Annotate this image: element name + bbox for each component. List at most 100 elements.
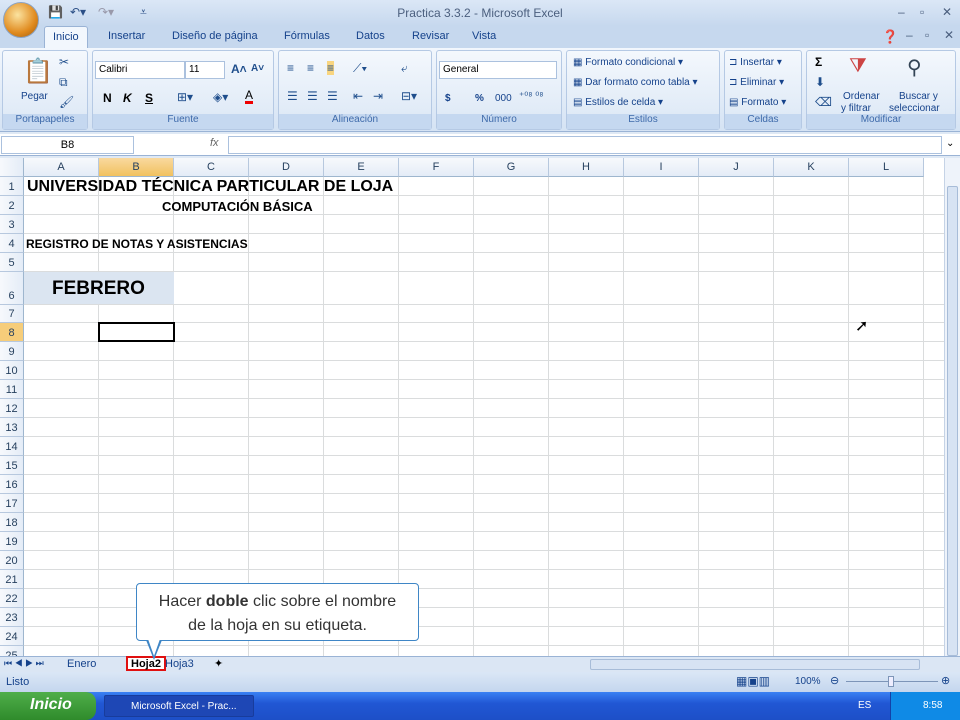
row-header-7[interactable]: 7 [0,305,24,323]
active-cell-B8[interactable] [98,322,175,342]
delete-cells-button[interactable]: ⊐ Eliminar ▾ [729,77,784,88]
find-select-label2[interactable]: seleccionar [889,103,940,114]
tab-datos[interactable]: Datos [356,30,385,42]
align-right-icon[interactable]: ☰ [327,89,338,103]
workbook-minimize-icon[interactable]: – [906,28,913,42]
cell-styles-button[interactable]: ▤ Estilos de celda ▾ [573,97,663,108]
increase-decimal-icon[interactable]: ⁺⁰⁸ ⁰⁸ [519,91,544,102]
sort-filter-label1[interactable]: Ordenar [843,91,880,102]
name-box[interactable]: B8 [1,136,134,154]
save-icon[interactable]: 💾 [48,5,63,19]
row-header-19[interactable]: 19 [0,532,24,551]
workbook-restore-icon[interactable]: ▫ [925,28,929,42]
font-size-select[interactable]: 11 [185,61,225,79]
start-button[interactable]: Inicio [0,692,96,720]
formula-input[interactable] [228,136,942,154]
horizontal-scroll-thumb[interactable] [590,659,920,670]
format-cells-button[interactable]: ▤ Formato ▾ [729,97,786,108]
row-header-15[interactable]: 15 [0,456,24,475]
cell-A6[interactable]: FEBRERO [52,278,145,300]
vertical-scroll-thumb[interactable] [947,186,958,656]
row-header-12[interactable]: 12 [0,399,24,418]
zoom-in-icon[interactable]: ⊕ [941,674,950,687]
autosum-button[interactable]: Σ [815,55,822,69]
zoom-out-icon[interactable]: ⊖ [830,674,839,687]
redo-icon[interactable]: ↷▾ [98,5,114,19]
fill-color-icon[interactable]: ◈▾ [213,90,228,104]
paste-button[interactable]: Pegar [21,91,48,102]
underline-button[interactable]: S [145,91,153,105]
align-top-icon[interactable]: ≡ [287,61,294,75]
bold-button[interactable]: N [103,91,112,105]
tab-insertar[interactable]: Insertar [108,30,145,42]
expand-formula-icon[interactable]: ⌄ [946,138,954,149]
office-button[interactable] [3,2,39,38]
align-center-icon[interactable]: ☰ [307,89,318,103]
clear-icon[interactable]: ⌫ [815,95,832,109]
cell-A1[interactable]: UNIVERSIDAD TÉCNICA PARTICULAR DE LOJA [27,178,393,196]
font-color-icon[interactable]: A [245,89,254,104]
font-name-select[interactable]: Calibri [95,61,185,79]
row-header-13[interactable]: 13 [0,418,24,437]
cell-A4[interactable]: REGISTRO DE NOTAS Y ASISTENCIAS [26,237,248,251]
column-header-A[interactable]: A [24,158,99,177]
sheet-nav-icons[interactable]: ⏮ ◀ ▶ ⏭ [4,658,44,669]
sort-filter-label2[interactable]: y filtrar [841,103,871,114]
column-header-F[interactable]: F [399,158,474,177]
row-header-25[interactable]: 25 [0,646,24,656]
tab-formulas[interactable]: Fórmulas [284,30,330,42]
row-header-2[interactable]: 2 [0,196,24,215]
align-bottom-icon[interactable]: ≡ [327,61,335,75]
select-all-corner[interactable] [0,158,24,177]
row-header-22[interactable]: 22 [0,589,24,608]
column-header-J[interactable]: J [699,158,774,177]
zoom-level[interactable]: 100% [795,676,821,687]
italic-button[interactable]: K [123,91,132,105]
row-header-21[interactable]: 21 [0,570,24,589]
zoom-slider-thumb[interactable] [888,676,894,687]
language-indicator[interactable]: ES [858,700,871,711]
view-buttons-icon[interactable]: ▦▣▥ [736,674,770,688]
wrap-text-icon[interactable]: ⤶ [401,61,408,76]
fill-icon[interactable]: ⬇ [815,75,825,89]
copy-icon[interactable]: ⧉ [59,75,68,90]
row-header-8[interactable]: 8 [0,323,24,342]
insert-function-button[interactable]: fx [210,137,219,149]
tab-vista[interactable]: Vista [472,30,496,42]
format-painter-icon[interactable]: 🖌 [59,95,74,109]
shrink-font-icon[interactable]: A˅ [251,63,264,74]
tab-revisar[interactable]: Revisar [412,30,449,42]
help-icon[interactable]: ❓ [882,29,898,45]
currency-button[interactable]: $ [445,93,451,104]
row-header-4[interactable]: 4 [0,234,24,253]
insert-cells-button[interactable]: ⊐ Insertar ▾ [729,57,782,68]
percent-button[interactable]: % [475,93,484,104]
row-header-18[interactable]: 18 [0,513,24,532]
decrease-indent-icon[interactable]: ⇤ [353,89,363,103]
row-header-23[interactable]: 23 [0,608,24,627]
cell-C2[interactable]: COMPUTACIÓN BÁSICA [162,199,313,214]
find-select-label1[interactable]: Buscar y [899,91,938,102]
align-middle-icon[interactable]: ≡ [307,61,314,75]
close-icon[interactable]: ✕ [942,5,952,19]
restore-icon[interactable]: ▫ [920,5,924,19]
increase-indent-icon[interactable]: ⇥ [373,89,383,103]
row-header-5[interactable]: 5 [0,253,24,272]
undo-icon[interactable]: ↶▾ [70,5,86,19]
column-header-G[interactable]: G [474,158,549,177]
thousands-button[interactable]: 000 [495,93,512,104]
grow-font-icon[interactable]: A˄ [231,62,247,76]
row-header-16[interactable]: 16 [0,475,24,494]
customize-qat-icon[interactable]: ⩡ [140,5,147,20]
vertical-scrollbar[interactable] [944,158,960,656]
taskbar-excel-button[interactable]: Microsoft Excel - Prac... [104,695,254,717]
find-binoculars-icon[interactable]: ⚲ [907,55,922,80]
row-header-20[interactable]: 20 [0,551,24,570]
workbook-close-icon[interactable]: ✕ [944,28,954,42]
tab-diseno[interactable]: Diseño de página [172,30,258,42]
column-header-E[interactable]: E [324,158,399,177]
column-header-I[interactable]: I [624,158,699,177]
sheet-tab-hoja3[interactable]: Hoja3 [160,657,199,672]
column-header-L[interactable]: L [849,158,924,177]
row-header-11[interactable]: 11 [0,380,24,399]
